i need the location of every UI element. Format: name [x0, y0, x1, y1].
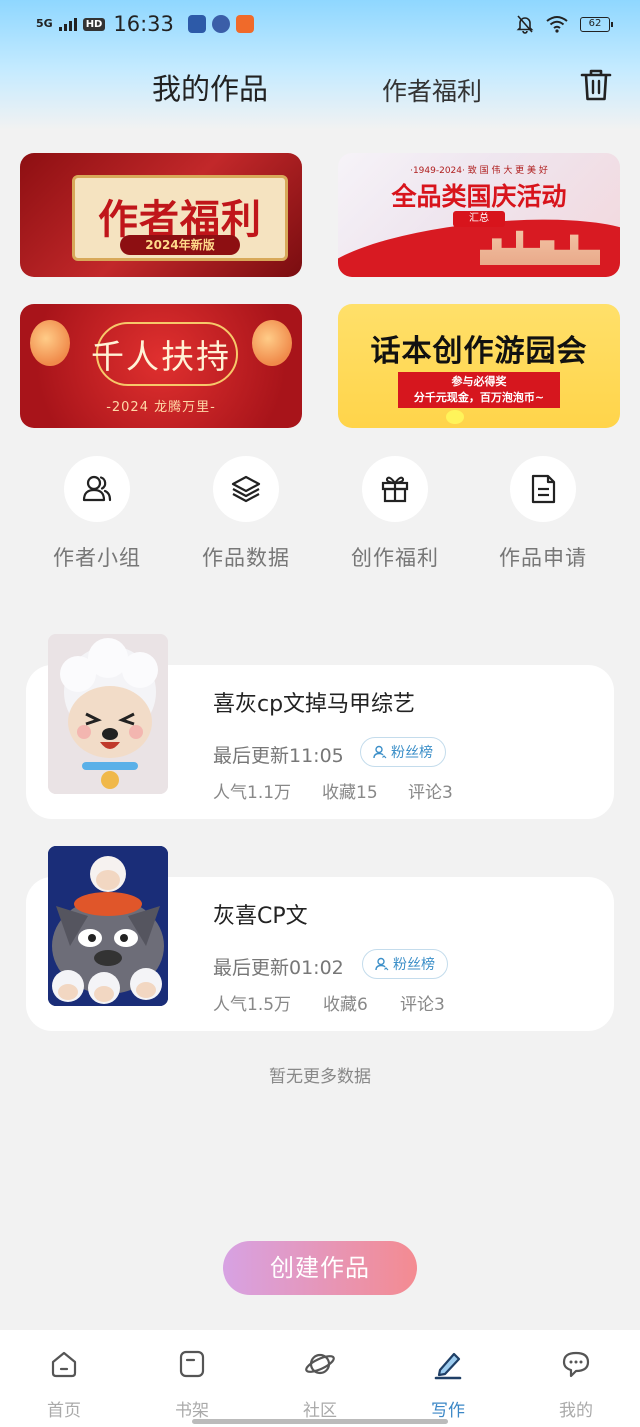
action-label: 作者小组 — [53, 546, 141, 570]
nav-label: 书架 — [175, 1401, 209, 1421]
work-popularity: 人气1.5万 — [213, 995, 292, 1015]
action-icon-circle — [362, 456, 428, 522]
video-app-icon — [187, 15, 206, 33]
tab-author-benefits[interactable]: 作者福利 — [382, 72, 482, 108]
status-left: 5G HD 16:33 — [36, 12, 254, 36]
banner-title: 全品类国庆活动 — [391, 182, 567, 211]
action-work-data[interactable]: 作品数据 — [176, 456, 316, 572]
banner-subtitle: 2024年新版 — [120, 235, 240, 255]
fans-label: 粉丝榜 — [391, 745, 433, 761]
trash-icon[interactable] — [578, 66, 614, 104]
fans-label: 粉丝榜 — [393, 957, 435, 973]
banner-small-text: ·1949-2024· 致 国 伟 大 更 美 好 — [410, 166, 548, 176]
banner-garden-party[interactable]: 话本创作游园会 参与必得奖 分千元现金，百万泡泡币~ — [338, 304, 620, 428]
banner-support-program[interactable]: 千人扶持 -2024 龙腾万里- — [20, 304, 302, 428]
nav-label: 写作 — [431, 1401, 465, 1421]
wolf-sheep-character-image — [48, 846, 168, 1006]
fans-ranking-button[interactable]: 粉丝榜 — [360, 737, 446, 767]
action-author-group[interactable]: 作者小组 — [27, 456, 167, 572]
bottom-nav: 首页 书架 社区 写作 我的 — [0, 1330, 640, 1427]
document-icon — [531, 474, 556, 504]
work-last-updated: 最后更新01:02 — [213, 957, 344, 979]
work-title[interactable]: 灰喜CP文 — [213, 898, 308, 930]
work-favorites: 收藏15 — [322, 783, 378, 803]
banner-national-day[interactable]: ·1949-2024· 致 国 伟 大 更 美 好 全品类国庆活动 汇总 — [338, 153, 620, 277]
create-work-button[interactable]: 创建作品 — [223, 1241, 417, 1295]
action-label: 作品申请 — [499, 546, 587, 570]
action-label: 作品数据 — [202, 546, 290, 570]
nav-label: 首页 — [47, 1401, 81, 1421]
action-icon-circle — [213, 456, 279, 522]
status-right: 62 — [516, 14, 613, 34]
list-end-text: 暂无更多数据 — [269, 1067, 371, 1087]
status-bar: 5G HD 16:33 62 — [0, 0, 640, 50]
banner-prize-box: 参与必得奖 分千元现金，百万泡泡币~ — [398, 372, 560, 408]
link-app-icon — [211, 15, 230, 33]
bookshelf-icon — [179, 1350, 205, 1378]
work-popularity: 人气1.1万 — [213, 783, 292, 803]
network-type: 5G — [36, 17, 53, 30]
prize-line: 参与必得奖 — [451, 375, 507, 388]
action-icon-circle — [510, 456, 576, 522]
nav-item-mine[interactable]: 我的 — [536, 1348, 616, 1421]
chat-icon — [562, 1351, 590, 1378]
mascot-icon — [446, 410, 464, 424]
banner-title: 千人扶持 — [91, 337, 231, 376]
banner-subtitle: -2024 龙腾万里- — [106, 400, 216, 415]
user-icon — [373, 745, 387, 759]
nav-label: 社区 — [303, 1401, 337, 1421]
banner-title: 话本创作游园会 — [370, 334, 588, 369]
work-last-updated: 最后更新11:05 — [213, 745, 344, 767]
orange-app-icon — [235, 15, 254, 33]
nav-item-community[interactable]: 社区 — [280, 1348, 360, 1421]
work-title[interactable]: 喜灰cp文掉马甲综艺 — [213, 686, 415, 718]
nav-item-writing[interactable]: 写作 — [408, 1348, 488, 1421]
action-icon-circle — [64, 456, 130, 522]
action-work-application[interactable]: 作品申请 — [473, 456, 613, 572]
tab-my-works[interactable]: 我的作品 — [152, 66, 268, 108]
gift-icon — [381, 476, 409, 503]
work-cover-image[interactable] — [48, 634, 168, 794]
fans-ranking-button[interactable]: 粉丝榜 — [362, 949, 448, 979]
home-indicator[interactable] — [192, 1419, 448, 1424]
nav-item-bookshelf[interactable]: 书架 — [152, 1348, 232, 1421]
planet-icon — [305, 1353, 335, 1375]
action-creation-benefits[interactable]: 创作福利 — [325, 456, 465, 572]
layers-icon — [231, 475, 261, 503]
work-cover-image[interactable] — [48, 846, 168, 1006]
battery-indicator: 62 — [580, 16, 613, 32]
work-comments: 评论3 — [400, 995, 445, 1015]
pen-icon — [434, 1352, 462, 1380]
work-comments: 评论3 — [408, 783, 453, 803]
banner-author-benefits[interactable]: 作者福利 2024年新版 — [20, 153, 302, 277]
signal-icon — [58, 17, 77, 31]
prize-line: 分千元现金，百万泡泡币~ — [413, 391, 545, 404]
sheep-character-image — [48, 634, 168, 794]
nav-item-home[interactable]: 首页 — [24, 1348, 104, 1421]
users-icon — [82, 475, 112, 502]
banner-tag: 汇总 — [453, 211, 505, 227]
clock: 16:33 — [113, 12, 174, 36]
work-favorites: 收藏6 — [323, 995, 368, 1015]
hd-badge: HD — [82, 17, 106, 31]
user-icon — [375, 957, 389, 971]
home-icon — [51, 1351, 77, 1378]
bell-off-icon — [516, 15, 534, 34]
nav-label: 我的 — [559, 1401, 593, 1421]
wifi-icon — [546, 16, 568, 33]
action-label: 创作福利 — [351, 546, 439, 570]
